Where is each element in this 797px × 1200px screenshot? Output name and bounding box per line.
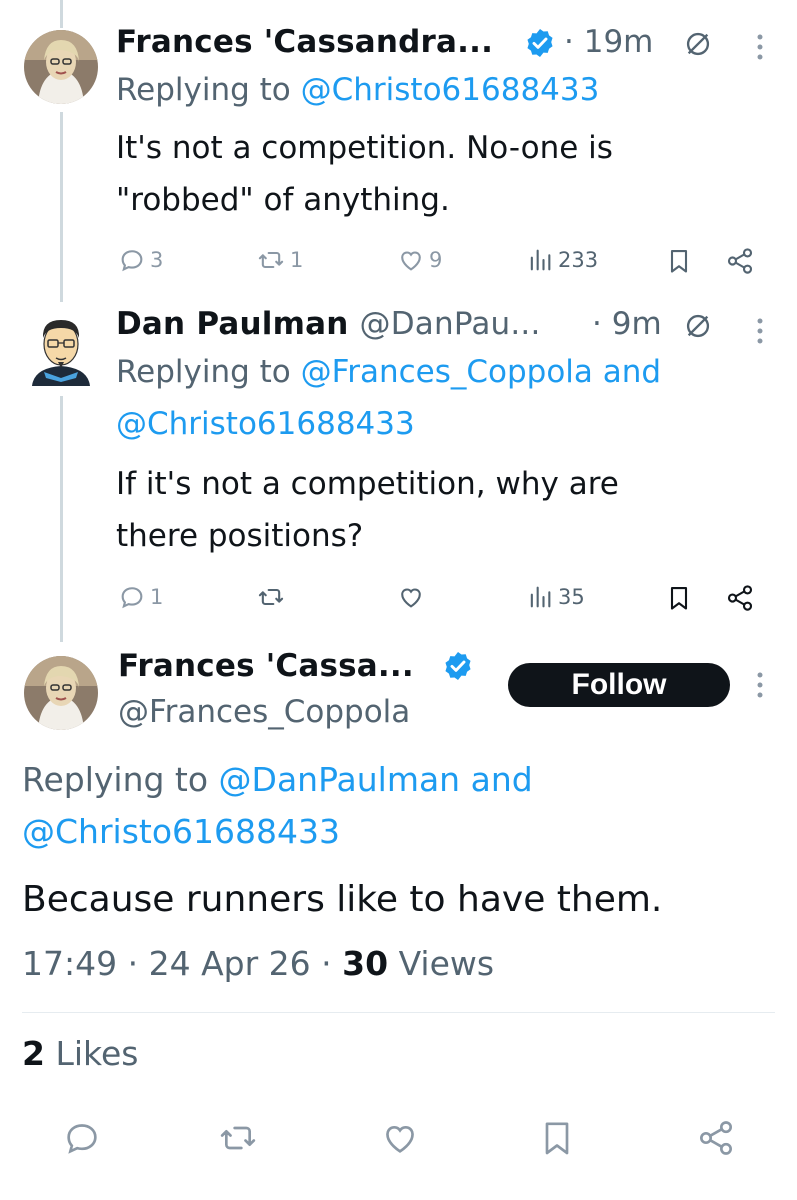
tweet-time: · 19m [564,24,654,60]
views-count: 35 [558,585,585,609]
avatar[interactable] [24,656,98,730]
replying-prefix: Replying to [116,72,301,108]
thread-line-2 [60,396,63,642]
time-text: 9m [611,306,662,342]
tweet-text-line: It's not a competition. No-one is [116,130,613,166]
share-icon[interactable] [725,583,755,613]
likes-summary[interactable]: 2 Likes [22,1034,138,1073]
repost-icon [258,251,284,269]
no-reply-icon [686,314,710,338]
time-text: 19m [583,24,654,60]
divider [22,1012,775,1013]
handle[interactable]: @Frances_Coppola [118,694,410,730]
tweet-text: Because runners like to have them. [22,879,663,920]
like-button[interactable]: 9 [397,246,442,274]
like-icon [401,588,421,608]
more-options-icon[interactable] [755,670,765,700]
repost-icon [258,588,284,606]
time-text: 17:49 [22,944,118,983]
tweet-timestamp[interactable]: 17:49 · 24 Apr 26 · 30 Views [22,944,494,983]
verified-badge-icon [445,652,471,680]
likes-label: Likes [55,1034,139,1073]
display-name[interactable]: Frances 'Cassa... [118,648,414,684]
replying-link[interactable]: @Christo61688433 [22,812,340,851]
replying-prefix: Replying to [22,760,219,799]
reply-button[interactable]: 3 [118,246,163,274]
views-icon [530,249,551,271]
tweet-text: It's not a competition. No-one is "robbe… [116,122,613,226]
repost-button[interactable] [256,583,290,611]
replying-link[interactable]: @DanPaulman and [219,760,533,799]
like-icon[interactable] [380,1118,420,1158]
repost-count: 1 [290,248,304,272]
reply-icon [121,587,143,609]
replying-to-cont: @Christo61688433 [116,406,415,442]
thread-line-top [60,0,63,28]
more-options-icon[interactable] [755,32,765,62]
repost-icon[interactable] [218,1118,258,1158]
reply-icon [121,250,143,272]
share-icon[interactable] [696,1118,736,1158]
verified-badge-icon [527,29,553,57]
tweet-text: If it's not a competition, why are there… [116,458,619,562]
reply-count: 3 [150,248,164,272]
views-count: 233 [558,248,599,272]
replying-to-cont: @Christo61688433 [22,812,340,851]
views-icon [530,586,551,608]
replying-link[interactable]: @Christo61688433 [301,72,600,108]
reply-count: 1 [150,585,164,609]
handle: @DanPau... [359,306,541,342]
no-reply-icon [686,32,710,56]
repost-button[interactable]: 1 [256,246,303,274]
likes-count: 2 [22,1034,45,1073]
replying-to: Replying to @Christo61688433 [116,72,599,108]
replying-to: Replying to @DanPaulman and [22,760,533,799]
thread-line-1 [60,112,63,302]
views-label: Views [398,944,495,983]
more-options-icon[interactable] [755,316,765,346]
display-name-text: Frances 'Cassandra... [116,24,494,60]
like-button[interactable] [397,583,429,611]
replying-link[interactable]: @Christo61688433 [116,406,415,442]
replying-prefix: Replying to [116,354,301,390]
bookmark-icon[interactable] [665,583,693,613]
reply-icon[interactable] [62,1118,102,1158]
bookmark-icon[interactable] [537,1118,577,1158]
date-text: 24 Apr 26 [148,944,311,983]
replying-to: Replying to @Frances_Coppola and [116,354,661,390]
views-count: 30 [342,944,389,983]
display-name-text: Dan Paulman [116,306,349,342]
like-count: 9 [429,248,443,272]
views-button[interactable]: 233 [526,246,598,274]
tweet-text-line: "robbed" of anything. [116,182,450,218]
tweet-text-line: there positions? [116,518,364,554]
avatar[interactable] [26,312,96,386]
reply-button[interactable]: 1 [118,583,163,611]
share-icon[interactable] [725,246,755,276]
avatar[interactable] [24,30,98,104]
display-name[interactable]: Dan Paulman @DanPau... [116,306,541,342]
like-icon [401,251,421,271]
display-name-text: Frances 'Cassa... [118,648,414,684]
tweet-text-line: If it's not a competition, why are [116,466,619,502]
follow-button[interactable]: Follow [508,663,730,707]
display-name[interactable]: Frances 'Cassandra... [116,24,493,60]
bookmark-icon[interactable] [665,246,693,276]
replying-link[interactable]: @Frances_Coppola and [301,354,661,390]
tweet-time: · 9m [592,306,662,342]
views-button[interactable]: 35 [526,583,585,611]
